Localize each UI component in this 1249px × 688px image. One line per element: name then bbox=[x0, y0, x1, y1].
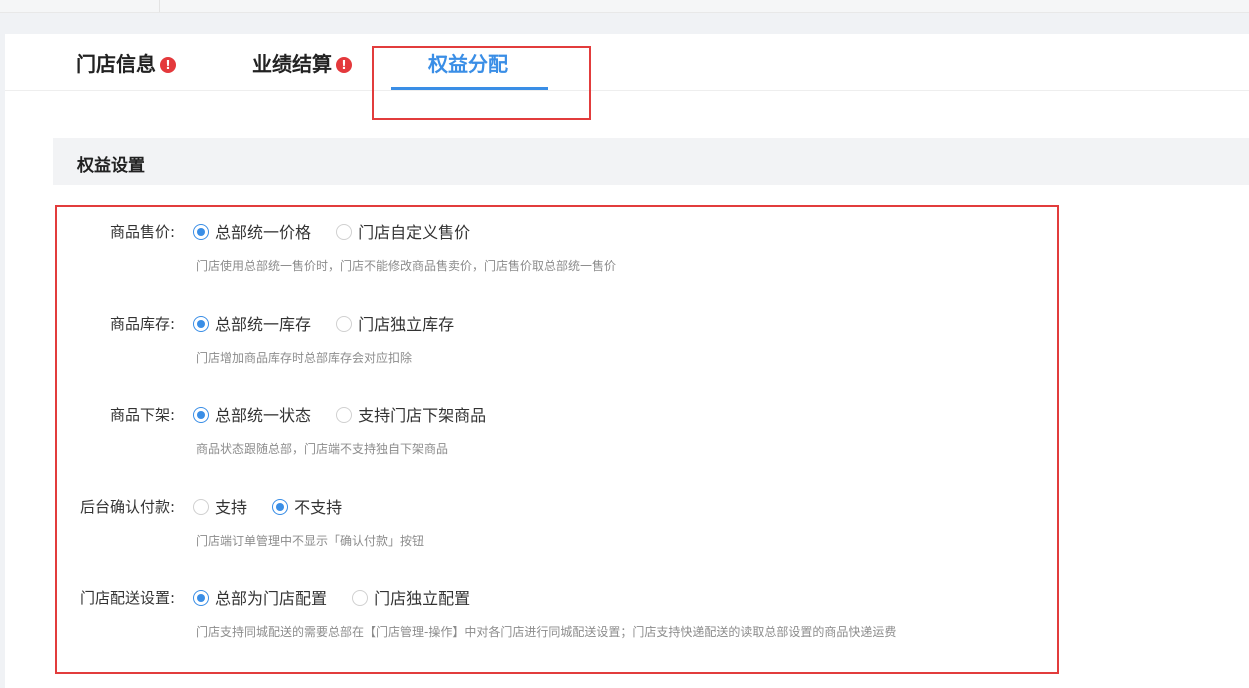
tab-highlight-box bbox=[372, 46, 591, 120]
setting-hint: 商品状态跟随总部，门店端不支持独自下架商品 bbox=[196, 442, 449, 456]
radio-option-not-support[interactable]: 不支持 bbox=[272, 494, 342, 518]
setting-label: 门店配送设置: bbox=[79, 589, 175, 607]
radio-unchecked-icon bbox=[336, 407, 353, 423]
tab-store-info[interactable]: 门店信息! bbox=[76, 48, 176, 78]
setting-hint: 门店使用总部统一售价时，门店不能修改商品售卖价，门店售价取总部统一售价 bbox=[196, 259, 617, 273]
radio-option-store-custom-price[interactable]: 门店自定义售价 bbox=[336, 219, 470, 243]
radio-checked-icon bbox=[193, 316, 209, 332]
option-label: 总部为门店配置 bbox=[215, 589, 328, 608]
tab-store-info-label: 门店信息 bbox=[76, 52, 156, 76]
option-label: 总部统一库存 bbox=[215, 315, 312, 334]
radio-unchecked-icon bbox=[336, 224, 353, 240]
radio-option-store-delist[interactable]: 支持门店下架商品 bbox=[336, 402, 486, 426]
option-label: 不支持 bbox=[294, 498, 343, 517]
radio-option-support[interactable]: 支持 bbox=[193, 494, 247, 518]
radio-option-hq-config[interactable]: 总部为门店配置 bbox=[193, 585, 327, 609]
radio-option-store-independent-config[interactable]: 门店独立配置 bbox=[352, 585, 470, 609]
setting-row-delist: 商品下架: 总部统一状态 支持门店下架商品 商品状态跟随总部，门店端不支持独自下… bbox=[5, 404, 1249, 484]
top-bar bbox=[0, 0, 1249, 13]
setting-hint: 门店支持同城配送的需要总部在【门店管理-操作】中对各门店进行同城配送设置；门店支… bbox=[196, 625, 897, 639]
radio-option-hq-unified-status[interactable]: 总部统一状态 bbox=[193, 402, 311, 426]
setting-hint: 门店端订单管理中不显示「确认付款」按钮 bbox=[196, 534, 425, 548]
setting-label: 商品下架: bbox=[109, 406, 175, 424]
warning-icon: ! bbox=[160, 57, 176, 73]
setting-label: 商品库存: bbox=[109, 315, 175, 333]
setting-row-delivery: 门店配送设置: 总部为门店配置 门店独立配置 门店支持同城配送的需要总部在【门店… bbox=[5, 587, 1249, 667]
setting-label: 商品售价: bbox=[109, 223, 175, 241]
option-label: 总部统一价格 bbox=[215, 223, 312, 242]
option-label: 门店自定义售价 bbox=[358, 223, 471, 242]
tab-performance-settlement[interactable]: 业绩结算! bbox=[252, 48, 352, 78]
top-bar-divider bbox=[159, 0, 160, 12]
setting-hint: 门店增加商品库存时总部库存会对应扣除 bbox=[196, 351, 413, 365]
radio-unchecked-icon bbox=[336, 316, 353, 332]
section-title: 权益设置 bbox=[77, 156, 145, 176]
option-label: 支持门店下架商品 bbox=[358, 406, 487, 425]
radio-unchecked-icon bbox=[352, 590, 369, 606]
radio-unchecked-icon bbox=[193, 499, 209, 515]
radio-checked-icon bbox=[272, 499, 289, 515]
tab-performance-settlement-label: 业绩结算 bbox=[252, 52, 332, 76]
option-label: 门店独立配置 bbox=[374, 589, 471, 608]
radio-checked-icon bbox=[193, 407, 209, 423]
setting-row-price: 商品售价: 总部统一价格 门店自定义售价 门店使用总部统一售价时，门店不能修改商… bbox=[5, 221, 1249, 301]
content-panel: 门店信息! 业绩结算! 权益分配 权益设置 商品售价: 总部统一价格 门店自定义… bbox=[5, 34, 1249, 688]
radio-option-store-independent-stock[interactable]: 门店独立库存 bbox=[336, 311, 454, 335]
radio-group-delivery: 总部为门店配置 门店独立配置 bbox=[193, 585, 490, 609]
radio-checked-icon bbox=[193, 224, 209, 240]
setting-label: 后台确认付款: bbox=[79, 498, 175, 516]
setting-row-confirm-payment: 后台确认付款: 支持 不支持 门店端订单管理中不显示「确认付款」按钮 bbox=[5, 496, 1249, 576]
radio-checked-icon bbox=[193, 590, 209, 606]
radio-group-confirm-payment: 支持 不支持 bbox=[193, 494, 362, 518]
option-label: 门店独立库存 bbox=[358, 315, 455, 334]
option-label: 支持 bbox=[215, 498, 248, 517]
tab-bar: 门店信息! 业绩结算! 权益分配 bbox=[5, 34, 1249, 91]
radio-group-stock: 总部统一库存 门店独立库存 bbox=[193, 311, 474, 335]
radio-group-price: 总部统一价格 门店自定义售价 bbox=[193, 219, 490, 243]
radio-option-hq-unified-stock[interactable]: 总部统一库存 bbox=[193, 311, 311, 335]
radio-option-hq-unified-price[interactable]: 总部统一价格 bbox=[193, 219, 311, 243]
setting-row-stock: 商品库存: 总部统一库存 门店独立库存 门店增加商品库存时总部库存会对应扣除 bbox=[5, 313, 1249, 393]
radio-group-delist: 总部统一状态 支持门店下架商品 bbox=[193, 402, 506, 426]
option-label: 总部统一状态 bbox=[215, 406, 312, 425]
section-header: 权益设置 bbox=[53, 138, 1249, 185]
warning-icon: ! bbox=[336, 57, 352, 73]
